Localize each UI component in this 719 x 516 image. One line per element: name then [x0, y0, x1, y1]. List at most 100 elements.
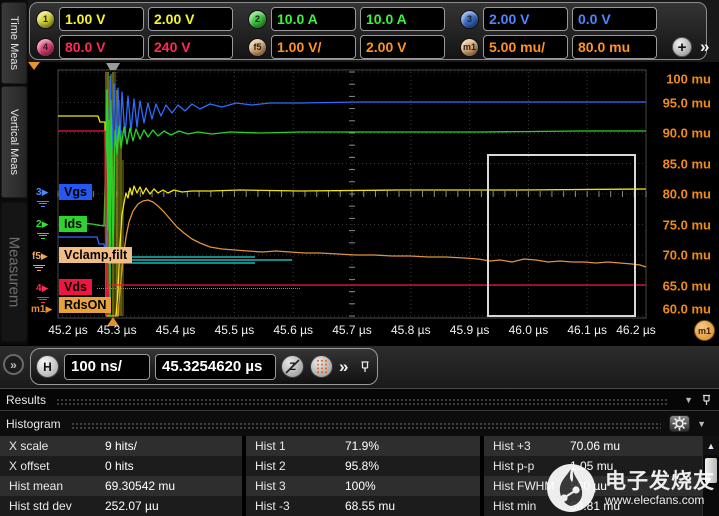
channel-f5-field-1[interactable]: 1.00 V/ — [271, 35, 356, 59]
trace-label-vgs[interactable]: Vgs — [59, 184, 92, 200]
label-leader-line — [97, 288, 300, 289]
m1-axis-badge[interactable]: m1 — [694, 320, 715, 341]
table-row[interactable]: Hist min 68.81 mu — [484, 496, 702, 516]
histogram-dropdown-icon[interactable]: ▼ — [697, 419, 706, 429]
measurement-value: 9 hits/ — [105, 439, 137, 453]
histogram-header[interactable]: Histogram ▼ — [0, 410, 719, 436]
channel-toolbar: 11.00 V2.00 V210.0 A10.0 A32.00 V0.0 V 4… — [28, 0, 719, 62]
measurement-label: Hist min — [493, 499, 536, 513]
table-row[interactable]: Hist 3100% — [246, 476, 480, 496]
horizontal-controls: H 100 ns/ 45.3254620 µs Z » — [30, 348, 378, 385]
channel-marker-f5[interactable]: f5▶ — [32, 251, 48, 262]
table-row[interactable]: Hist FWHM560 µu — [484, 476, 702, 496]
channel-2-field-1[interactable]: 10.0 A — [271, 7, 356, 31]
results-header[interactable]: Results ▼ — [0, 388, 719, 410]
channel-button-4[interactable]: 4 — [36, 38, 55, 57]
tab-time-meas-label: Time Meas — [8, 16, 20, 70]
toolbar-more-button[interactable]: » — [700, 37, 709, 57]
timebase-position-field[interactable]: 45.3254620 µs — [155, 354, 276, 380]
channel-group-2: 210.0 A10.0 A — [248, 7, 449, 31]
y-axis-label: 80.0 mu — [663, 187, 711, 202]
table-row[interactable]: Hist 295.8% — [246, 456, 480, 476]
trace-label-rdson[interactable]: RdsON — [59, 297, 111, 313]
add-trace-button[interactable]: + — [672, 37, 692, 57]
table-row[interactable]: Hist +3 70.06 mu — [484, 436, 702, 456]
table-scrollbar[interactable]: ▲ — [702, 436, 719, 516]
y-axis-label: 90.0 mu — [663, 126, 711, 141]
measurement-value: 68.55 mu — [345, 499, 395, 513]
trace-label-ids[interactable]: Ids — [59, 216, 87, 232]
waveform-plot[interactable] — [28, 62, 719, 345]
h-label: H — [43, 360, 52, 374]
channel-3-field-1[interactable]: 2.00 V — [483, 7, 568, 31]
trigger-time-marker-top[interactable] — [106, 63, 120, 70]
channel-marker-4[interactable]: 4▶ — [36, 283, 48, 294]
histogram-column-1: X scale 9 hits/X offset0 hitsHist mean69.… — [0, 436, 242, 516]
tab-vertical-meas[interactable]: Vertical Meas — [1, 86, 27, 198]
tab-measurement-ghost[interactable]: Measurem — [1, 202, 27, 342]
table-row[interactable]: Hist p-p1.05 mu — [484, 456, 702, 476]
channel-group-1: 11.00 V2.00 V — [36, 7, 237, 31]
expand-button[interactable]: » — [3, 354, 24, 375]
timebase-pin-icon[interactable] — [358, 359, 372, 374]
results-pin-icon[interactable] — [700, 393, 713, 407]
scroll-up-icon[interactable]: ▲ — [703, 436, 719, 455]
channel-marker-2[interactable]: 2▶ — [36, 219, 48, 230]
channel-3-field-2[interactable]: 0.0 V — [572, 7, 657, 31]
histogram-view-button[interactable] — [310, 355, 333, 378]
results-dotted-fill — [56, 398, 669, 405]
histogram-settings-button[interactable] — [669, 415, 690, 432]
x-axis-label: 45.5 µs — [215, 323, 255, 337]
channel-4-field-2[interactable]: 240 V — [148, 35, 233, 59]
channel-1-field-1[interactable]: 1.00 V — [59, 7, 144, 31]
channel-arrow-icon: ▶ — [41, 251, 48, 261]
horizontal-h-button[interactable]: H — [36, 355, 59, 378]
histogram-table: X scale 9 hits/X offset0 hitsHist mean69.… — [0, 436, 719, 516]
channel-arrow-icon: ▶ — [42, 187, 49, 197]
channel-4-field-1[interactable]: 80.0 V — [59, 35, 144, 59]
channel-f5-field-2[interactable]: 2.00 V — [360, 35, 445, 59]
channel-marker-m1[interactable]: m1▶ — [31, 304, 52, 315]
channel-m1-field-2[interactable]: 80.0 mu — [572, 35, 657, 59]
measurement-value: 68.81 mu — [570, 499, 620, 513]
channel-marker-3[interactable]: 3▶ — [36, 187, 48, 198]
table-row[interactable]: Hist std dev252.07 µu — [0, 496, 242, 516]
measurement-label: Hist +3 — [493, 439, 531, 453]
undo-zoom-button[interactable]: Z — [281, 355, 304, 378]
ground-symbol-icon — [37, 295, 49, 303]
channel-button-1[interactable]: 1 — [36, 10, 55, 29]
measurement-value: 252.07 µu — [105, 499, 159, 513]
channel-1-field-2[interactable]: 2.00 V — [148, 7, 233, 31]
timebase-more-button[interactable]: » — [339, 357, 348, 377]
measurement-label: X scale — [9, 439, 48, 453]
table-row[interactable]: X offset0 hits — [0, 456, 242, 476]
table-row[interactable]: Hist -368.55 mu — [246, 496, 480, 516]
results-dropdown-icon[interactable]: ▼ — [684, 395, 693, 405]
x-axis-label: 45.3 µs — [97, 323, 137, 337]
table-row[interactable]: Hist 171.9% — [246, 436, 480, 456]
zoom-region-box[interactable] — [488, 155, 635, 316]
measurement-value: 71.9% — [345, 439, 379, 453]
table-row[interactable]: Hist mean69.30542 mu — [0, 476, 242, 496]
channel-group-3: 32.00 V0.0 V — [460, 7, 661, 31]
table-row[interactable]: X scale 9 hits/ — [0, 436, 242, 456]
measurement-value: 70.06 mu — [570, 439, 620, 453]
histogram-column-3: Hist +3 70.06 mu Hist p-p1.05 muHist FWHM5… — [484, 436, 702, 516]
y-axis-label: 100 mu — [666, 72, 711, 87]
channel-button-2[interactable]: 2 — [248, 10, 267, 29]
measurement-label: X offset — [9, 459, 49, 473]
channel-button-m1[interactable]: m1 — [460, 38, 479, 57]
tab-time-meas[interactable]: Time Meas — [1, 2, 27, 84]
channel-arrow-icon: ▶ — [42, 219, 49, 229]
trace-label-vds[interactable]: Vds — [59, 279, 92, 295]
channel-button-f5[interactable]: f5 — [248, 38, 267, 57]
channel-m1-field-1[interactable]: 5.00 mu/ — [483, 35, 568, 59]
scrollbar-thumb[interactable] — [705, 458, 717, 483]
channel-arrow-icon: ▶ — [45, 304, 52, 314]
measurement-value: 100% — [345, 479, 376, 493]
channel-2-field-2[interactable]: 10.0 A — [360, 7, 445, 31]
measurement-label: Hist mean — [9, 479, 63, 493]
trace-label-vclamp-filt[interactable]: Vclamp,filt — [59, 247, 132, 263]
timebase-scale-field[interactable]: 100 ns/ — [64, 354, 150, 380]
channel-button-3[interactable]: 3 — [460, 10, 479, 29]
